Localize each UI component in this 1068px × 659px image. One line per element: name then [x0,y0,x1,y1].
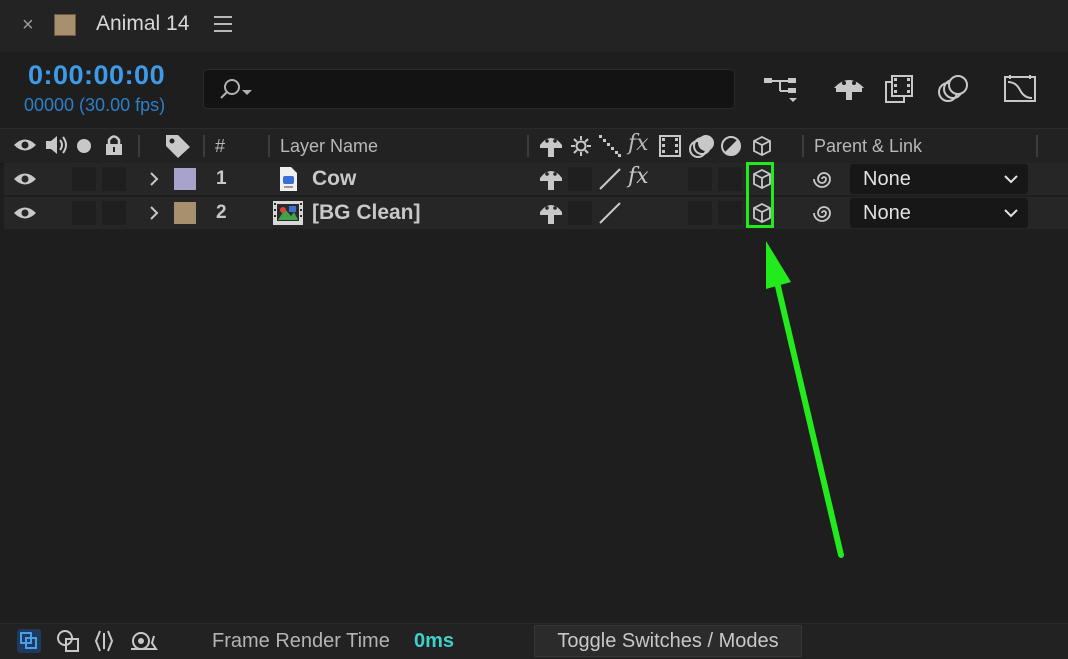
chevron-right-icon[interactable] [148,205,160,221]
parent-dropdown-value: None [863,202,911,224]
shy-icon[interactable] [538,167,564,191]
collapse-toggle-cell[interactable] [568,201,592,225]
eye-icon[interactable] [13,136,37,154]
layer-number: 2 [216,202,227,223]
comp-mini-icon[interactable] [16,628,42,654]
chevron-down-icon [1004,209,1018,218]
layer-search-input[interactable] [203,69,735,109]
pick-whip-spiral-icon[interactable] [812,167,836,191]
brackets-icon[interactable] [92,629,116,653]
column-separator[interactable] [1036,135,1038,157]
audio-toggle-cell[interactable] [72,201,96,225]
search-icon [220,79,252,99]
label-tag-icon[interactable] [164,133,192,159]
3d-layer-cube-icon[interactable] [752,135,772,157]
column-separator[interactable] [268,135,270,157]
quality-icon[interactable] [598,134,622,158]
frame-count-fps: 00000 (30.00 fps) [24,95,166,115]
lock-toggle-cell[interactable] [102,201,126,225]
draft-3d-icon[interactable] [832,74,866,104]
layer-row[interactable]: 2 [BG Clean] None [4,197,1068,229]
timeline-footer: Frame Render Time 0ms Toggle Switches / … [0,623,1068,659]
parent-dropdown[interactable]: None [850,164,1028,194]
adjustment-toggle-cell[interactable] [718,201,742,225]
graph-editor-icon[interactable] [1002,74,1038,104]
eye-icon[interactable] [13,170,37,188]
adjustment-toggle-cell[interactable] [718,167,742,191]
chevron-right-icon[interactable] [148,171,160,187]
fx-icon[interactable]: fx [628,164,649,189]
snail-icon[interactable] [130,630,158,652]
collapse-toggle-cell[interactable] [568,167,592,191]
frame-render-time-value: 0ms [414,630,455,652]
lock-toggle-cell[interactable] [102,167,126,191]
lock-icon[interactable] [104,134,124,156]
column-separator[interactable] [527,135,529,157]
motion-blur-icon[interactable] [936,74,970,104]
parent-dropdown-value: None [863,168,911,190]
comp-tab-title[interactable]: Animal 14 [96,12,189,36]
layer-label-color[interactable] [174,168,196,190]
frame-blending-icon[interactable] [884,74,916,104]
layer-name[interactable]: [BG Clean] [312,201,421,225]
file-document-icon [280,167,297,191]
column-parent-link-header[interactable]: Parent & Link [814,136,922,157]
motion-blur-toggle-cell[interactable] [688,167,712,191]
solo-dot-icon[interactable] [76,138,92,154]
layer-row[interactable]: 1 Cow fx None [4,163,1068,195]
column-separator[interactable] [203,135,205,157]
comp-flowchart-icon[interactable] [762,74,800,104]
chevron-down-icon [1004,175,1018,184]
layer-number: 1 [216,168,227,189]
quality-slash-icon[interactable] [598,167,622,191]
column-separator[interactable] [138,135,140,157]
column-number-header[interactable]: # [215,136,225,157]
column-header-row: # Layer Name fx Parent & Link [0,128,1068,164]
toggle-switches-modes-button[interactable]: Toggle Switches / Modes [534,625,802,657]
column-layer-name-header[interactable]: Layer Name [280,136,378,157]
eye-icon[interactable] [13,204,37,222]
fx-icon[interactable]: fx [628,131,649,156]
motion-blur-toggle-cell[interactable] [688,201,712,225]
shapes-icon[interactable] [56,629,80,653]
audio-toggle-cell[interactable] [72,167,96,191]
shy-icon[interactable] [538,201,564,225]
adjustment-layer-icon[interactable] [720,135,742,157]
layer-name[interactable]: Cow [312,167,356,191]
panel-menu-icon[interactable] [214,16,232,37]
shy-icon[interactable] [538,134,564,158]
adjustment-icon[interactable] [658,134,682,158]
close-icon[interactable]: × [22,14,34,37]
column-separator[interactable] [802,135,804,157]
pick-whip-spiral-icon[interactable] [812,201,836,225]
annotation-highlight-box [746,162,774,228]
layer-label-color[interactable] [174,202,196,224]
quality-slash-icon[interactable] [598,201,622,225]
tab-bar: × Animal 14 [0,0,1068,52]
comp-label-swatch [54,14,76,36]
video-footage-icon [273,201,303,225]
audio-icon[interactable] [44,134,68,156]
parent-dropdown[interactable]: None [850,198,1028,228]
current-time-display[interactable]: 0:00:00:00 [28,60,165,91]
collapse-sun-icon[interactable] [570,135,592,157]
motion-blur-icon[interactable] [688,133,716,159]
frame-render-time-label: Frame Render Time [212,630,390,652]
